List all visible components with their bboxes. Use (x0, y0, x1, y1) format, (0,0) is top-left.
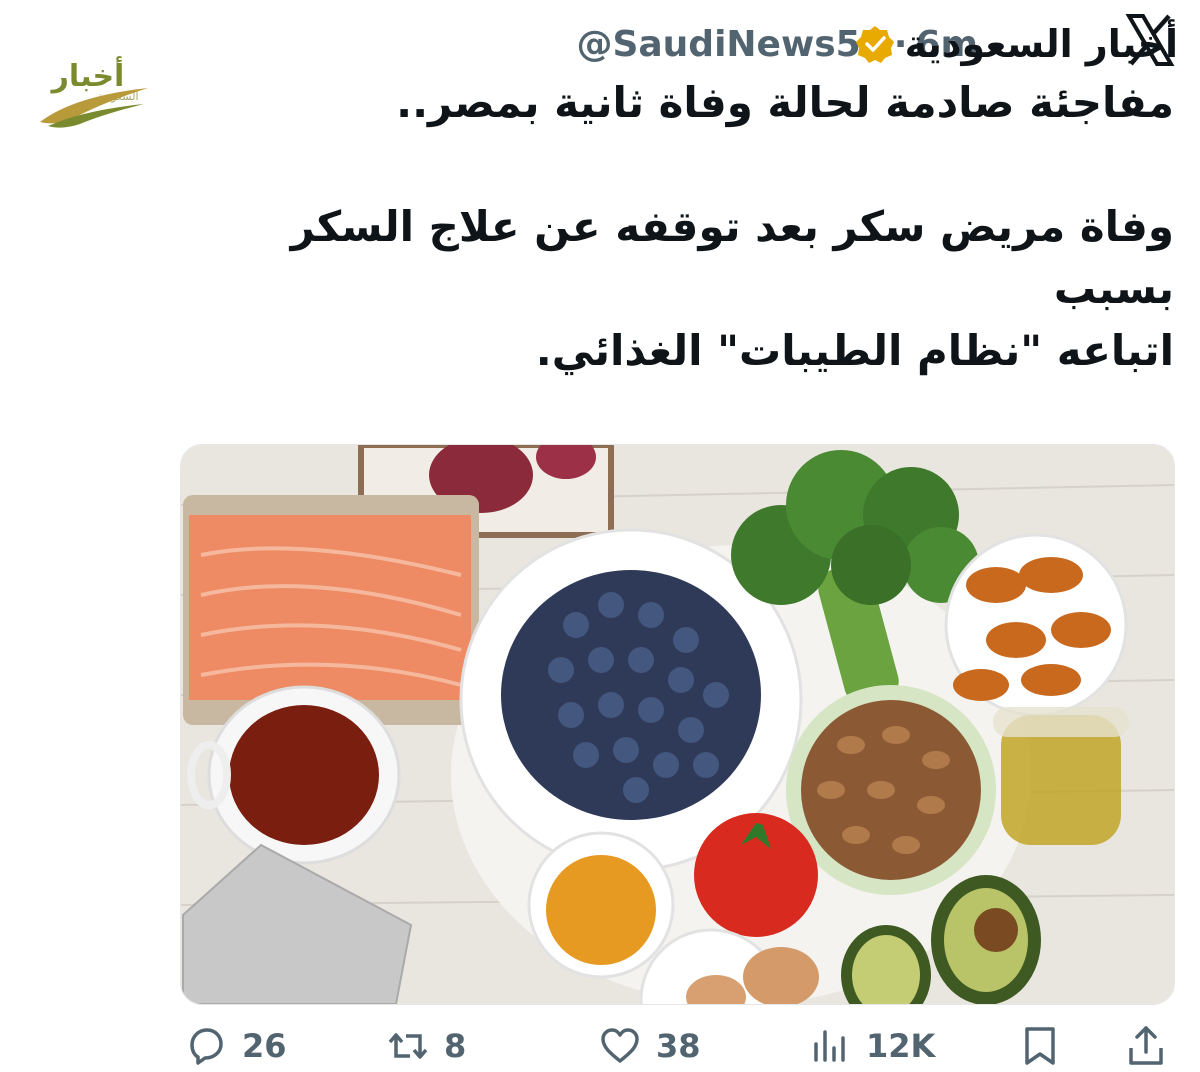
author-display-name[interactable]: أخبار السعودية (905, 22, 1178, 66)
share-icon (1129, 1026, 1163, 1065)
bookmark-button[interactable] (1018, 1020, 1062, 1072)
tweet-action-bar: 26 8 38 12K (0, 1020, 1200, 1072)
tweet-line-1: مفاجئة صادمة لحالة وفاة ثانية بمصر.. (396, 78, 1174, 127)
bookmark-icon (1025, 1027, 1055, 1065)
view-count: 12K (866, 1027, 936, 1065)
food-photo (181, 445, 1174, 1004)
repost-icon (388, 1033, 428, 1059)
heart-icon (601, 1028, 639, 1063)
tweet-line-3: اتباعه "نظام الطيبات" الغذائي. (535, 326, 1174, 375)
avatar-text: أخبار (50, 56, 125, 94)
reply-count: 26 (242, 1027, 287, 1065)
reply-icon (190, 1028, 223, 1065)
avatar-logo-icon: أخبار السعودية (40, 56, 148, 128)
tweet-text: مفاجئة صادمة لحالة وفاة ثانية بمصر.. وفا… (174, 72, 1174, 506)
reply-button[interactable]: 26 (184, 1020, 287, 1072)
author-handle[interactable]: @SaudiNews50 (576, 24, 885, 65)
like-button[interactable]: 38 (598, 1020, 701, 1072)
repost-button[interactable]: 8 (386, 1020, 466, 1072)
verified-badge-icon (855, 26, 894, 63)
repost-count: 8 (444, 1027, 467, 1065)
tweet-media-image[interactable] (180, 444, 1175, 1005)
analytics-icon (814, 1030, 845, 1062)
share-button[interactable] (1124, 1020, 1168, 1072)
like-count: 38 (656, 1027, 701, 1065)
avatar[interactable]: أخبار السعودية (34, 52, 158, 132)
author-name-block: أخبار السعودية (845, 14, 1178, 74)
tweet-line-2: وفاة مريض سكر بعد توقفه عن علاج السكر بس… (290, 202, 1174, 313)
views-button[interactable]: 12K (808, 1020, 935, 1072)
